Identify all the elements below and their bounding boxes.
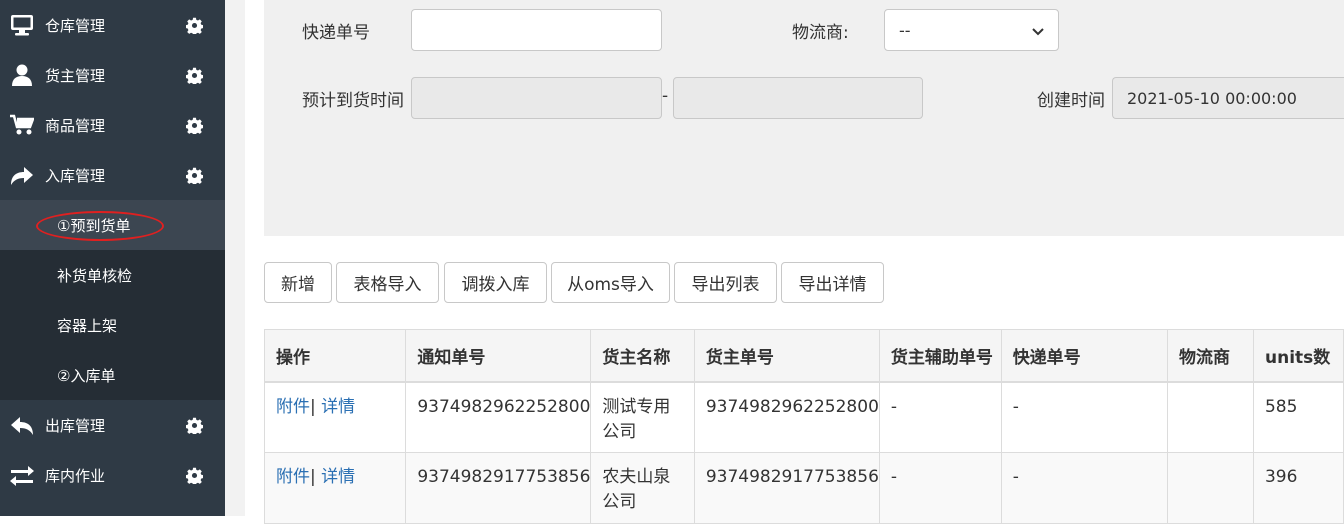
aux-no-cell: - xyxy=(878,381,1002,453)
created-time-label: 创建时间 xyxy=(1037,91,1105,111)
cart-icon xyxy=(9,112,35,138)
sidebar-subitem-label: 补货单核检 xyxy=(57,267,133,285)
sidebar-subitem-replenish-check[interactable]: 补货单核检 xyxy=(0,250,225,300)
sidebar-item-outbound[interactable]: 出库管理 xyxy=(0,400,225,450)
owner-name-line: 公司 xyxy=(602,492,637,512)
gear-icon[interactable] xyxy=(185,116,203,134)
import-sheet-button[interactable]: 表格导入 xyxy=(336,262,439,303)
sidebar-subitem-label: ②入库单 xyxy=(57,367,116,385)
gear-icon[interactable] xyxy=(185,166,203,184)
sidebar-item-label: 商品管理 xyxy=(45,116,106,135)
asn-table: 操作 通知单号 货主名称 货主单号 货主辅助单号 快递单号 物流商 units数… xyxy=(263,329,1344,524)
tracking-input[interactable] xyxy=(411,9,662,51)
reply-icon xyxy=(9,412,35,438)
units-cell: 585 xyxy=(1252,381,1344,453)
gear-icon[interactable] xyxy=(185,16,203,34)
new-button[interactable]: 新增 xyxy=(264,262,332,303)
sidebar-subitem-asn[interactable]: ①预到货单 xyxy=(0,200,225,250)
sidebar: 仓库管理 货主管理 商品管理 入库管理 ①预到货单 补货单核检 容器上架 ②入库… xyxy=(0,0,225,516)
column-header[interactable]: 通知单号 xyxy=(405,329,592,383)
attachment-link[interactable]: 附件 xyxy=(276,467,310,487)
notice-no-cell: 9374982962252800 xyxy=(405,381,592,453)
column-header[interactable]: 货主名称 xyxy=(590,329,695,383)
sidebar-subitem-receipt[interactable]: ②入库单 xyxy=(0,350,225,400)
carrier-select[interactable]: -- xyxy=(884,9,1059,51)
notice-no-cell: 9374982917753856 xyxy=(405,452,592,524)
owner-no-cell: 9374982962252800 xyxy=(693,381,880,453)
table-row: 附件| 详情 9374982917753856 农夫山泉公司 937498291… xyxy=(263,452,1344,524)
gear-icon[interactable] xyxy=(185,466,203,484)
sidebar-item-label: 库内作业 xyxy=(45,466,106,485)
gear-icon[interactable] xyxy=(185,66,203,84)
owner-no-cell: 9374982917753856 xyxy=(693,452,880,524)
link-separator: | xyxy=(310,396,316,417)
column-header[interactable]: 货主单号 xyxy=(693,329,880,383)
tracking-label: 快递单号 xyxy=(302,23,370,43)
column-header: 操作 xyxy=(263,329,407,383)
sidebar-item-warehouse[interactable]: 仓库管理 xyxy=(0,0,225,50)
column-header[interactable]: 货主辅助单号 xyxy=(878,329,1002,383)
sidebar-item-label: 出库管理 xyxy=(45,416,106,435)
eta-from-input[interactable] xyxy=(411,77,662,119)
detail-link[interactable]: 详情 xyxy=(321,467,355,487)
table-header-row: 操作 通知单号 货主名称 货主单号 货主辅助单号 快递单号 物流商 units数 xyxy=(263,329,1344,383)
sidebar-item-label: 入库管理 xyxy=(45,166,106,185)
attachment-link[interactable]: 附件 xyxy=(276,397,310,417)
sidebar-subitem-label: ①预到货单 xyxy=(57,217,131,235)
transfer-in-button[interactable]: 调拨入库 xyxy=(444,262,547,303)
tracking-cell: - xyxy=(1000,381,1168,453)
sidebar-item-label: 仓库管理 xyxy=(45,16,106,35)
eta-to-input[interactable] xyxy=(673,77,923,119)
export-list-button[interactable]: 导出列表 xyxy=(674,262,777,303)
share-icon xyxy=(9,162,35,188)
column-header[interactable]: 快递单号 xyxy=(1000,329,1168,383)
sidebar-subitem-container-putaway[interactable]: 容器上架 xyxy=(0,300,225,350)
chevron-down-icon xyxy=(1032,21,1044,40)
units-cell: 396 xyxy=(1252,452,1344,524)
actions-cell: 附件| 详情 xyxy=(263,452,407,524)
sidebar-subitem-label: 容器上架 xyxy=(57,317,118,335)
column-header[interactable]: units数 xyxy=(1252,329,1344,383)
owner-name-line: 公司 xyxy=(602,421,637,442)
user-icon xyxy=(9,62,35,88)
export-detail-button[interactable]: 导出详情 xyxy=(781,262,884,303)
owner-name-cell: 农夫山泉 公司 xyxy=(590,452,695,524)
owner-name-line: 农夫山泉 xyxy=(602,467,671,487)
actions-cell: 附件| 详情 xyxy=(263,381,407,453)
column-header[interactable]: 物流商 xyxy=(1166,329,1254,383)
link-separator: | xyxy=(310,467,316,487)
created-time-input[interactable]: 2021-05-10 00:00:00 xyxy=(1112,77,1344,119)
content-gutter xyxy=(225,0,245,516)
carrier-select-value: -- xyxy=(899,20,911,40)
sidebar-item-product[interactable]: 商品管理 xyxy=(0,100,225,150)
owner-name-line: 测试专用 xyxy=(602,396,671,417)
eta-label: 预计到货时间 xyxy=(302,91,404,111)
sidebar-item-warehouse-ops[interactable]: 库内作业 xyxy=(0,450,225,500)
sidebar-item-label: 货主管理 xyxy=(45,66,106,85)
gear-icon[interactable] xyxy=(185,416,203,434)
aux-no-cell: - xyxy=(878,452,1002,524)
carrier-cell xyxy=(1166,381,1254,453)
monitor-icon xyxy=(9,12,35,38)
carrier-label: 物流商: xyxy=(792,23,849,43)
tracking-cell: - xyxy=(1000,452,1168,524)
detail-link[interactable]: 详情 xyxy=(321,397,355,417)
exchange-icon xyxy=(9,462,35,488)
sidebar-item-inbound[interactable]: 入库管理 xyxy=(0,150,225,200)
table-row: 附件| 详情 9374982962252800 测试专用公司 937498296… xyxy=(263,381,1344,453)
eta-separator: - xyxy=(662,86,669,106)
sidebar-item-owner[interactable]: 货主管理 xyxy=(0,50,225,100)
carrier-cell xyxy=(1166,452,1254,524)
import-oms-button[interactable]: 从oms导入 xyxy=(551,262,670,303)
owner-name-cell: 测试专用 公司 xyxy=(590,381,695,453)
